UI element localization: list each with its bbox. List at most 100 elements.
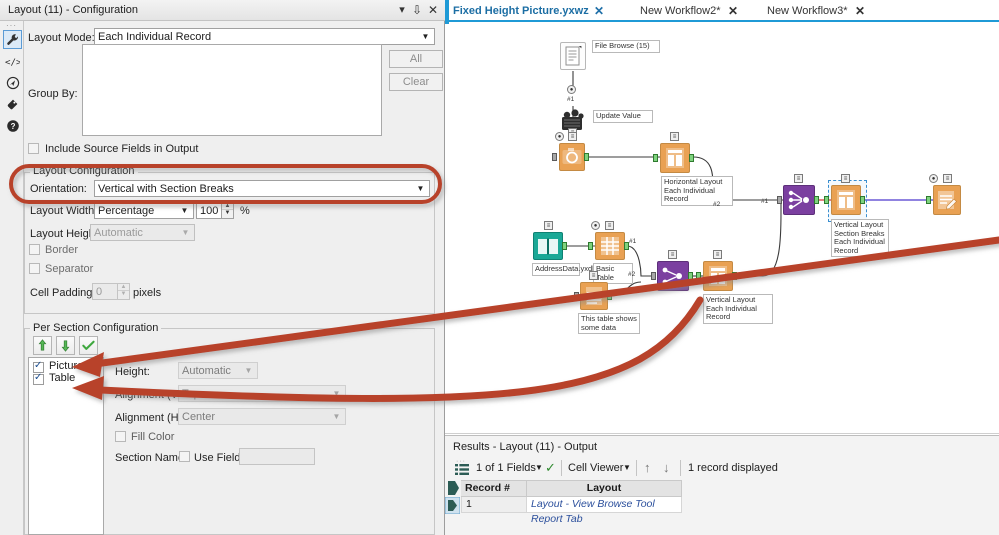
chevron-down-icon[interactable]: ▼: [623, 457, 631, 479]
globe-icon[interactable]: [3, 73, 22, 92]
stepper-up-icon[interactable]: ▲: [222, 203, 233, 210]
close-icon[interactable]: ✕: [728, 0, 738, 22]
node-badge: ≡: [670, 132, 679, 141]
input-port[interactable]: [552, 153, 557, 161]
input-port[interactable]: [653, 154, 658, 162]
cell-record-number: 1: [461, 497, 527, 513]
code-icon[interactable]: </>: [3, 52, 22, 71]
chevron-down-icon[interactable]: ▼: [535, 457, 543, 479]
output-port[interactable]: [562, 242, 567, 250]
input-port[interactable]: [588, 242, 593, 250]
layout-width-value: Percentage: [98, 205, 155, 217]
node-label: File Browse (15): [592, 40, 660, 53]
input-port[interactable]: [824, 196, 829, 204]
section-height-select[interactable]: Automatic ▼: [178, 362, 258, 379]
pin-icon[interactable]: ⇩: [410, 3, 424, 18]
column-header-record[interactable]: Record #: [461, 480, 527, 497]
close-icon[interactable]: ✕: [594, 0, 604, 22]
use-field-checkbox[interactable]: [179, 451, 190, 462]
join-icon: [783, 185, 815, 215]
output-port[interactable]: [688, 272, 693, 280]
config-panel-title: Layout (11) - Configuration: [8, 4, 139, 16]
input-port[interactable]: [926, 196, 931, 204]
input-port[interactable]: [574, 292, 579, 300]
help-icon[interactable]: ?: [3, 116, 22, 135]
layout-width-number-input[interactable]: 100: [196, 202, 222, 219]
results-grid-header: Record # Layout: [461, 480, 991, 497]
clear-button[interactable]: Clear: [389, 73, 443, 91]
output-port[interactable]: [814, 196, 819, 204]
cell-padding-input[interactable]: 0: [92, 283, 118, 300]
layout-width-select[interactable]: Percentage ▼: [94, 202, 194, 219]
move-down-button[interactable]: [56, 336, 75, 355]
input-port[interactable]: [696, 272, 701, 280]
chevron-down-icon[interactable]: ▾: [395, 3, 409, 18]
configuration-panel: Layout (11) - Configuration ▾ ⇩ ✕ ··· </…: [0, 0, 445, 535]
apply-check-button[interactable]: [79, 336, 98, 355]
output-port[interactable]: [607, 292, 612, 300]
output-port[interactable]: [689, 154, 694, 162]
close-icon[interactable]: ✕: [855, 0, 865, 22]
all-button[interactable]: All: [389, 50, 443, 68]
layout-height-value: Automatic: [94, 227, 143, 239]
output-port[interactable]: [860, 196, 865, 204]
viewer-selector-label[interactable]: Cell Viewer: [568, 457, 623, 479]
move-up-button[interactable]: [33, 336, 52, 355]
input-port[interactable]: [777, 196, 782, 204]
include-source-fields-checkbox[interactable]: [28, 143, 39, 154]
border-checkbox[interactable]: [29, 244, 40, 255]
wrench-icon[interactable]: [3, 30, 22, 49]
table-section-checkbox[interactable]: [33, 372, 44, 385]
connector-lines: [565, 71, 933, 297]
stepper-up-icon[interactable]: ▲: [118, 284, 129, 291]
config-titlebar: Layout (11) - Configuration ▾ ⇩ ✕: [0, 0, 445, 21]
connection-tag: #1: [567, 96, 575, 103]
check-icon[interactable]: ✓: [545, 457, 556, 479]
tab-fixed-height-picture[interactable]: Fixed Height Picture.yxwz ✕: [453, 0, 633, 22]
stepper-down-icon[interactable]: ▼: [222, 210, 233, 217]
render-icon: [933, 185, 961, 215]
include-source-fields-label: Include Source Fields in Output: [45, 143, 199, 155]
node-badge: ≡: [589, 271, 598, 280]
node-badge: ≡: [605, 221, 614, 230]
book-icon: [533, 232, 563, 260]
alignment-v-select[interactable]: Top ▼: [178, 385, 346, 402]
fill-color-checkbox[interactable]: [115, 431, 126, 442]
tab-new-workflow3[interactable]: New Workflow3* ✕: [767, 0, 897, 22]
node-badge: ≡: [943, 174, 952, 183]
alignment-h-select[interactable]: Center ▼: [178, 408, 346, 425]
sort-descending-icon[interactable]: ↓: [663, 457, 670, 479]
tab-label: New Workflow3*: [767, 5, 848, 17]
section-height-value: Automatic: [182, 365, 231, 377]
output-port[interactable]: [732, 272, 737, 280]
layout-height-select[interactable]: Automatic ▼: [90, 224, 195, 241]
node-badge: ≡: [841, 174, 850, 183]
node-badge: ≡: [713, 250, 722, 259]
output-port[interactable]: [584, 153, 589, 161]
orientation-select[interactable]: Vertical with Section Breaks ▼: [94, 180, 430, 197]
list-view-icon[interactable]: [455, 463, 469, 479]
group-by-listbox[interactable]: [82, 44, 382, 136]
tag-icon[interactable]: [3, 94, 22, 113]
node-badge: ≡: [568, 132, 577, 141]
close-icon[interactable]: ✕: [426, 3, 440, 18]
input-port[interactable]: [651, 272, 656, 280]
section-list[interactable]: Picture Table: [28, 357, 104, 535]
layout-width-stepper[interactable]: ▲ ▼: [222, 202, 234, 219]
connection-tag: #2: [713, 201, 721, 208]
table-row[interactable]: 1 Layout - View Browse Tool Report Tab: [461, 497, 991, 525]
join-icon: [657, 261, 689, 291]
section-name-input[interactable]: [239, 448, 315, 465]
cell-layout-value[interactable]: Layout - View Browse Tool Report Tab: [527, 497, 682, 525]
sort-ascending-icon[interactable]: ↑: [644, 457, 651, 479]
cell-padding-stepper[interactable]: ▲ ▼: [118, 283, 130, 300]
separator-checkbox[interactable]: [29, 263, 40, 274]
results-panel: Results - Layout (11) - Output ··· 1 of …: [444, 435, 999, 535]
stepper-down-icon[interactable]: ▼: [118, 291, 129, 298]
workflow-canvas[interactable]: File Browse (15) ● #1 Update Value ≡ #2: [445, 24, 999, 434]
record-selector-icon[interactable]: [444, 496, 461, 517]
fields-selector-label[interactable]: 1 of 1 Fields: [476, 457, 536, 479]
tab-new-workflow2[interactable]: New Workflow2* ✕: [640, 0, 770, 22]
column-header-layout[interactable]: Layout: [527, 480, 682, 497]
layout-mode-select[interactable]: Each Individual Record ▼: [94, 28, 435, 45]
